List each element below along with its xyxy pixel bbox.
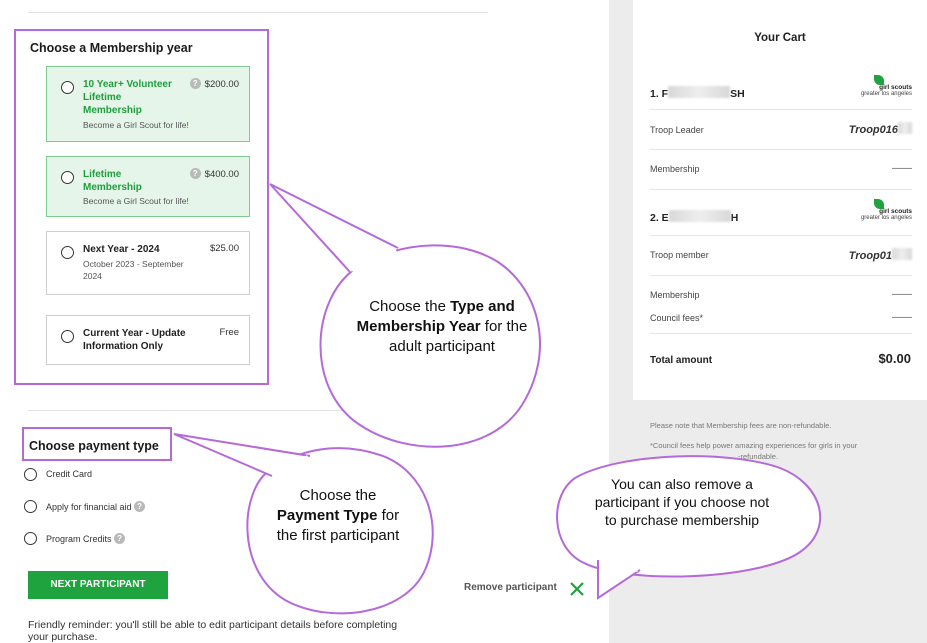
callout-text-part: Choose the <box>369 298 451 315</box>
callout-text-3: You can also remove a participant if you… <box>594 476 770 528</box>
callout-text-bold: Payment Type <box>276 507 378 524</box>
callout-text-part: Choose the <box>299 487 377 504</box>
callout-text-1: Choose the Type and Membership Year for … <box>352 297 532 357</box>
callout-text-2: Choose the Payment Type for the first pa… <box>268 486 408 546</box>
